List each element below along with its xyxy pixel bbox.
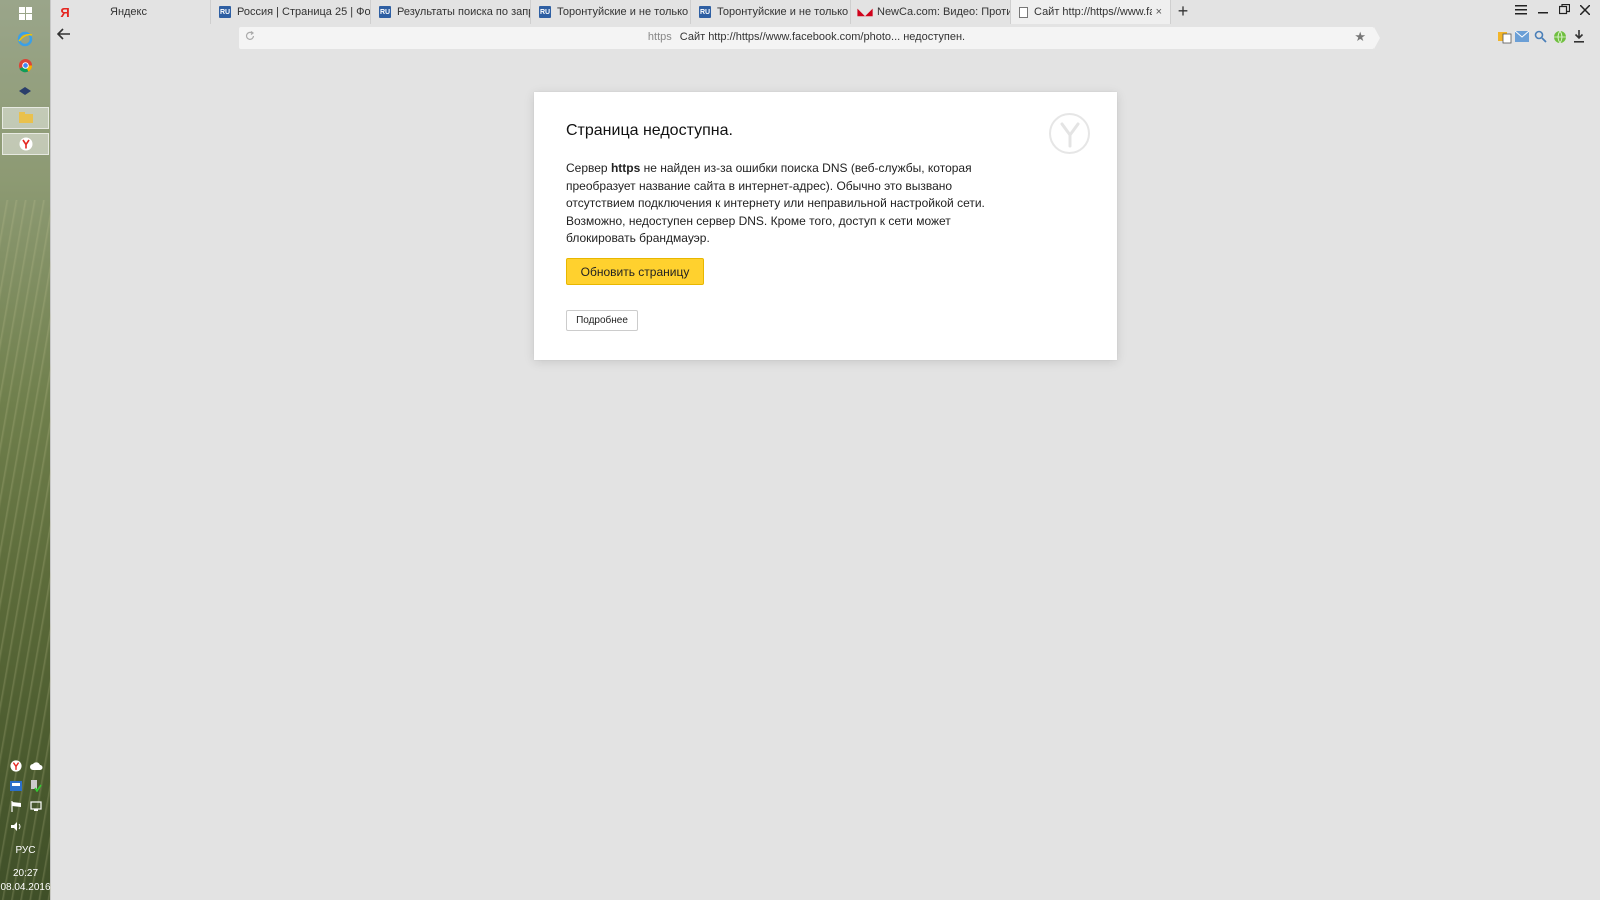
tab-label: Торонтуйские и не только за <box>557 6 690 18</box>
network-icon[interactable] <box>28 799 44 813</box>
address-text-wrapper: https Сайт http://https//www.facebook.com… <box>239 31 1374 43</box>
yandex-icon: Я <box>60 4 70 20</box>
newsru-icon: ◣◢ <box>857 6 873 18</box>
tab-label: Торонтуйские и не только за <box>717 6 850 18</box>
volume-icon[interactable] <box>8 819 24 833</box>
forum-icon: RU <box>539 6 551 18</box>
tab-search-results[interactable]: RU Результаты поиска по запросу <box>371 0 531 24</box>
error-message: Сервер https не найден из-за ошибки поис… <box>566 160 1006 248</box>
address-bar[interactable]: https Сайт http://https//www.facebook.com… <box>239 27 1374 49</box>
tab-toronto-2[interactable]: RU Торонтуйские и не только за <box>691 0 851 24</box>
extension-translate-icon[interactable] <box>1496 28 1513 45</box>
windows-start-icon[interactable] <box>13 2 37 24</box>
document-icon <box>1019 6 1028 18</box>
forum-icon: RU <box>219 6 231 18</box>
navigation-bar: https Сайт http://https//www.facebook.com… <box>51 24 1600 50</box>
clock-time[interactable]: 20:27 <box>0 868 51 879</box>
back-button[interactable] <box>54 27 74 45</box>
restore-icon[interactable] <box>1554 2 1574 18</box>
details-button[interactable]: Подробнее <box>566 310 638 331</box>
tab-strip: Я Яндекс RU Россия | Страница 25 | Форум… <box>51 0 1600 24</box>
extension-search-icon[interactable] <box>1532 28 1549 45</box>
tab-yandex[interactable]: Я Яндекс <box>51 0 211 24</box>
menu-icon[interactable] <box>1511 2 1531 18</box>
close-tab-icon[interactable]: × <box>1152 6 1170 18</box>
download-icon[interactable] <box>1570 28 1587 45</box>
address-bar-arrow <box>1374 27 1380 49</box>
tab-label: Россия | Страница 25 | Форум <box>237 6 370 18</box>
input-language[interactable]: РУС <box>0 845 51 856</box>
action-center-flag-icon[interactable] <box>8 799 24 813</box>
mail-icon[interactable] <box>1513 28 1530 45</box>
forum-icon: RU <box>379 6 391 18</box>
tab-label: Сайт http://https//www.fa <box>1034 6 1152 18</box>
forum-icon: RU <box>699 6 711 18</box>
error-message-prefix: Сервер <box>566 161 611 175</box>
file-explorer-icon[interactable] <box>2 107 49 129</box>
address-text: Сайт http://https//www.facebook.com/phot… <box>679 31 966 43</box>
tab-label: Яндекс <box>110 6 147 18</box>
reload-page-button[interactable]: Обновить страницу <box>566 258 704 285</box>
minimize-icon[interactable] <box>1533 2 1553 18</box>
taskbar: РУС 20:27 08.04.2016 <box>0 0 51 900</box>
error-host: https <box>610 161 641 175</box>
tray-app-icon[interactable] <box>8 779 24 793</box>
network-check-icon[interactable] <box>28 779 44 793</box>
tab-toronto-1[interactable]: RU Торонтуйские и не только за <box>531 0 691 24</box>
bookmark-star-icon[interactable]: ★ <box>1354 29 1366 45</box>
error-title: Страница недоступна. <box>566 122 733 139</box>
error-card: Страница недоступна. Сервер https не най… <box>534 92 1117 360</box>
globe-icon[interactable] <box>1551 28 1568 45</box>
address-protocol: https <box>647 31 672 43</box>
close-window-icon[interactable] <box>1575 2 1595 18</box>
tab-label: Результаты поиска по запросу <box>397 6 530 18</box>
new-tab-button[interactable]: + <box>1171 1 1195 22</box>
clock-date[interactable]: 08.04.2016 <box>0 882 51 893</box>
tab-facebook-unavailable[interactable]: Сайт http://https//www.fa × <box>1011 0 1171 24</box>
chrome-icon[interactable] <box>13 54 37 76</box>
app-icon[interactable] <box>13 80 37 102</box>
yandex-browser-logo-icon <box>1049 113 1090 154</box>
yandex-browser-icon[interactable] <box>2 133 49 155</box>
tab-label: NewCa.com: Видео: Противо <box>877 6 1010 18</box>
tab-newca[interactable]: ◣◢ NewCa.com: Видео: Противо <box>851 0 1011 24</box>
taskbar-wallpaper <box>0 200 51 900</box>
yandex-tray-icon[interactable] <box>8 759 24 773</box>
cloud-icon[interactable] <box>28 759 44 773</box>
tab-forum-russia[interactable]: RU Россия | Страница 25 | Форум <box>211 0 371 24</box>
internet-explorer-icon[interactable] <box>13 28 37 50</box>
